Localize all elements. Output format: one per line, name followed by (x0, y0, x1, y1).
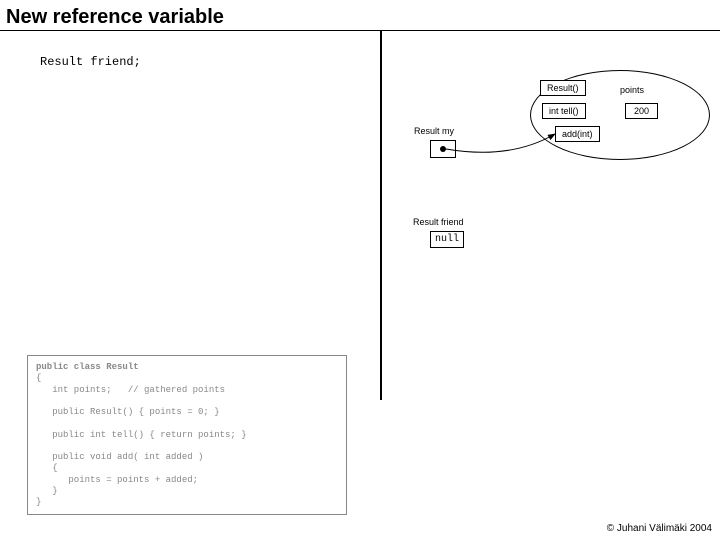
constructor-box: Result() (540, 80, 586, 96)
code-l3: int points; // gathered points (36, 385, 225, 395)
code-l7: public int tell() { return points; } (36, 430, 247, 440)
declaration-code: Result friend; (40, 55, 141, 69)
add-method-box: add(int) (555, 126, 600, 142)
title-underline (0, 30, 720, 31)
code-l10: { (36, 463, 58, 473)
class-code-box: public class Result { int points; // gat… (27, 355, 347, 515)
null-box-friend: null (430, 231, 464, 248)
code-l12: } (36, 486, 58, 496)
class-name: Result (106, 362, 138, 372)
field-value-points: 200 (625, 103, 658, 119)
page-title: New reference variable (6, 6, 224, 29)
code-l11: points = points + added; (36, 475, 198, 485)
copyright-footer: © Juhani Välimäki 2004 (607, 523, 712, 534)
code-l9: public void add( int added ) (36, 452, 203, 462)
var-label-my: Result my (414, 126, 454, 136)
field-label-points: points (620, 85, 644, 95)
tell-method-box: int tell() (542, 103, 586, 119)
code-l5: public Result() { points = 0; } (36, 407, 220, 417)
var-label-friend: Result friend (413, 217, 464, 227)
vertical-divider (380, 30, 382, 400)
code-l13: } (36, 497, 41, 507)
ref-dot-my (440, 146, 446, 152)
kw-public-class: public class (36, 362, 106, 372)
code-l2: { (36, 373, 41, 383)
